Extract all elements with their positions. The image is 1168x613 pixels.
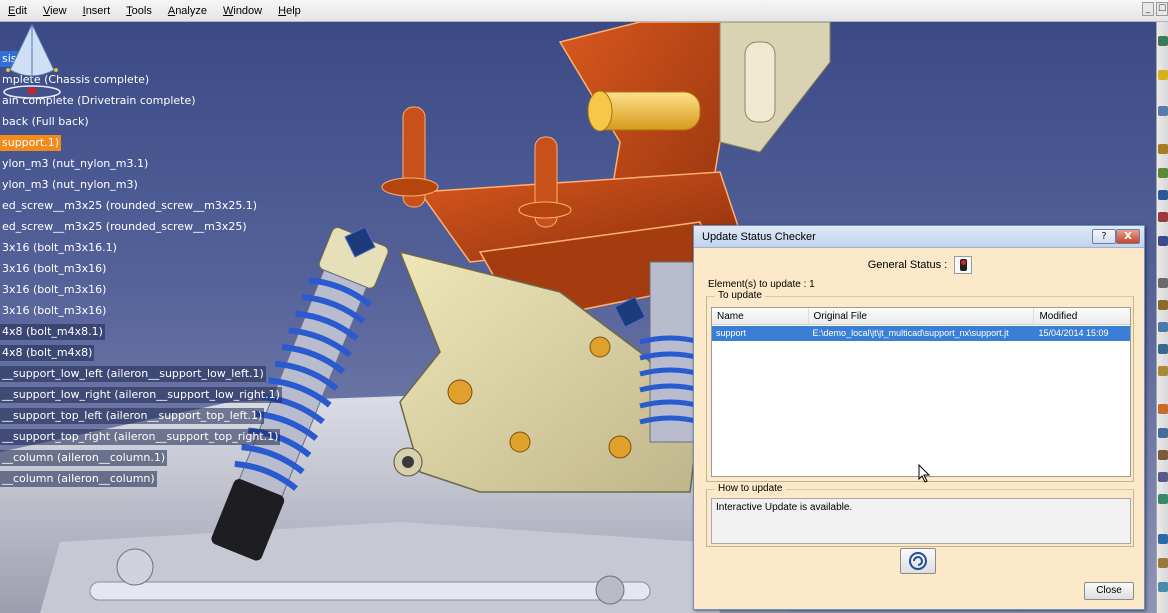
tree-node[interactable]: 4x8 (bolt_m4x8): [0, 345, 95, 361]
general-status: General Status :: [694, 256, 1146, 274]
how-to-update-group: How to update Interactive Update is avai…: [706, 483, 1134, 547]
toolbar-icon[interactable]: [1158, 494, 1168, 504]
column-header-modified[interactable]: Modified: [1034, 308, 1130, 324]
tree-node[interactable]: ed_screw__m3x25 (rounded_screw__m3x25.1): [0, 198, 259, 214]
tree-node[interactable]: ylon_m3 (nut_nylon_m3): [0, 177, 140, 193]
compass-icon[interactable]: [0, 22, 64, 100]
restore-button[interactable]: ☐: [1156, 2, 1168, 16]
toolbar-icon[interactable]: [1158, 212, 1168, 222]
cell-modified: 15/04/2014 15:09: [1038, 328, 1109, 338]
menu-analyze[interactable]: Analyze: [168, 5, 207, 17]
tree-node-support[interactable]: support.1): [0, 135, 62, 151]
to-update-legend: To update: [715, 290, 765, 301]
tree-node[interactable]: __support_top_right (aileron__support_to…: [0, 429, 281, 445]
toolbar-icon[interactable]: [1158, 428, 1168, 438]
toolbar-icon[interactable]: [1158, 36, 1168, 46]
dialog-title: Update Status Checker: [702, 230, 816, 243]
spiral-update-icon: [909, 552, 927, 570]
menu-tools[interactable]: Tools: [126, 5, 152, 17]
mouse-cursor-icon: [918, 464, 931, 483]
toolbar-icon[interactable]: [1158, 70, 1168, 80]
tree-node[interactable]: 3x16 (bolt_m3x16.1): [0, 240, 119, 256]
toolbar-icon[interactable]: [1158, 168, 1168, 178]
help-button[interactable]: ?: [1092, 229, 1116, 244]
tree-node[interactable]: ylon_m3 (nut_nylon_m3.1): [0, 156, 150, 172]
tree-node[interactable]: 4x8 (bolt_m4x8.1): [0, 324, 105, 340]
update-table[interactable]: Name Original File Modified support E:\d…: [711, 307, 1131, 477]
how-to-update-text: Interactive Update is available.: [711, 498, 1131, 544]
tree-node[interactable]: __column (aileron__column): [0, 471, 157, 487]
table-header: Name Original File Modified: [712, 308, 1130, 325]
tree-node[interactable]: 3x16 (bolt_m3x16): [0, 303, 108, 319]
toolbar-icon[interactable]: [1158, 558, 1168, 568]
elements-count: Element(s) to update : 1: [708, 279, 815, 290]
tree-node[interactable]: back (Full back): [0, 114, 91, 130]
general-status-label: General Status :: [867, 258, 948, 271]
menu-view[interactable]: View: [43, 5, 67, 17]
toolbar-icon[interactable]: [1158, 534, 1168, 544]
cell-original-file: E:\demo_local\jt\jt_multicad\support_nx\…: [812, 328, 1009, 338]
tree-node[interactable]: __support_low_right (aileron__support_lo…: [0, 387, 282, 403]
how-to-update-legend: How to update: [715, 483, 786, 494]
dialog-close-x-button[interactable]: X: [1116, 229, 1140, 244]
column-header-original-file[interactable]: Original File: [809, 308, 1035, 324]
toolbar-icon[interactable]: [1158, 278, 1168, 288]
column-header-name[interactable]: Name: [712, 308, 809, 324]
menu-insert[interactable]: Insert: [83, 5, 111, 17]
menu-help[interactable]: Help: [278, 5, 301, 17]
tree-node[interactable]: __column (aileron__column.1): [0, 450, 168, 466]
dialog-titlebar[interactable]: Update Status Checker ? X: [694, 226, 1144, 248]
table-row[interactable]: support E:\demo_local\jt\jt_multicad\sup…: [712, 326, 1130, 341]
minimize-button[interactable]: _: [1142, 2, 1154, 16]
right-toolbar: [1156, 22, 1168, 613]
menu-edit[interactable]: Edit: [8, 5, 27, 17]
interactive-update-button[interactable]: [900, 548, 936, 574]
cell-name: support: [716, 328, 747, 338]
toolbar-icon[interactable]: [1158, 366, 1168, 376]
toolbar-icon[interactable]: [1158, 450, 1168, 460]
toolbar-icon[interactable]: [1158, 404, 1168, 414]
window-controls: _ ☐: [1142, 2, 1168, 16]
toolbar-icon[interactable]: [1158, 300, 1168, 310]
toolbar-icon[interactable]: [1158, 236, 1168, 246]
menu-bar: Edit View Insert Tools Analyze Window He…: [0, 0, 1168, 22]
tree-node[interactable]: __support_top_left (aileron__support_top…: [0, 408, 265, 424]
toolbar-icon[interactable]: [1158, 190, 1168, 200]
tree-node[interactable]: 3x16 (bolt_m3x16): [0, 282, 108, 298]
toolbar-icon[interactable]: [1158, 106, 1168, 116]
tree-node[interactable]: ed_screw__m3x25 (rounded_screw__m3x25): [0, 219, 249, 235]
toolbar-icon[interactable]: [1158, 344, 1168, 354]
tree-node[interactable]: __support_low_left (aileron__support_low…: [0, 366, 266, 382]
update-status-dialog: Update Status Checker ? X General Status…: [693, 225, 1145, 610]
traffic-light-icon: [954, 256, 973, 274]
tree-node[interactable]: 3x16 (bolt_m3x16): [0, 261, 108, 277]
menu-window[interactable]: Window: [223, 5, 262, 17]
toolbar-icon[interactable]: [1158, 144, 1168, 154]
to-update-group: To update Name Original File Modified su…: [706, 290, 1134, 482]
close-button[interactable]: Close: [1084, 582, 1134, 600]
toolbar-icon[interactable]: [1158, 322, 1168, 332]
toolbar-icon[interactable]: [1158, 582, 1168, 592]
toolbar-icon[interactable]: [1158, 472, 1168, 482]
